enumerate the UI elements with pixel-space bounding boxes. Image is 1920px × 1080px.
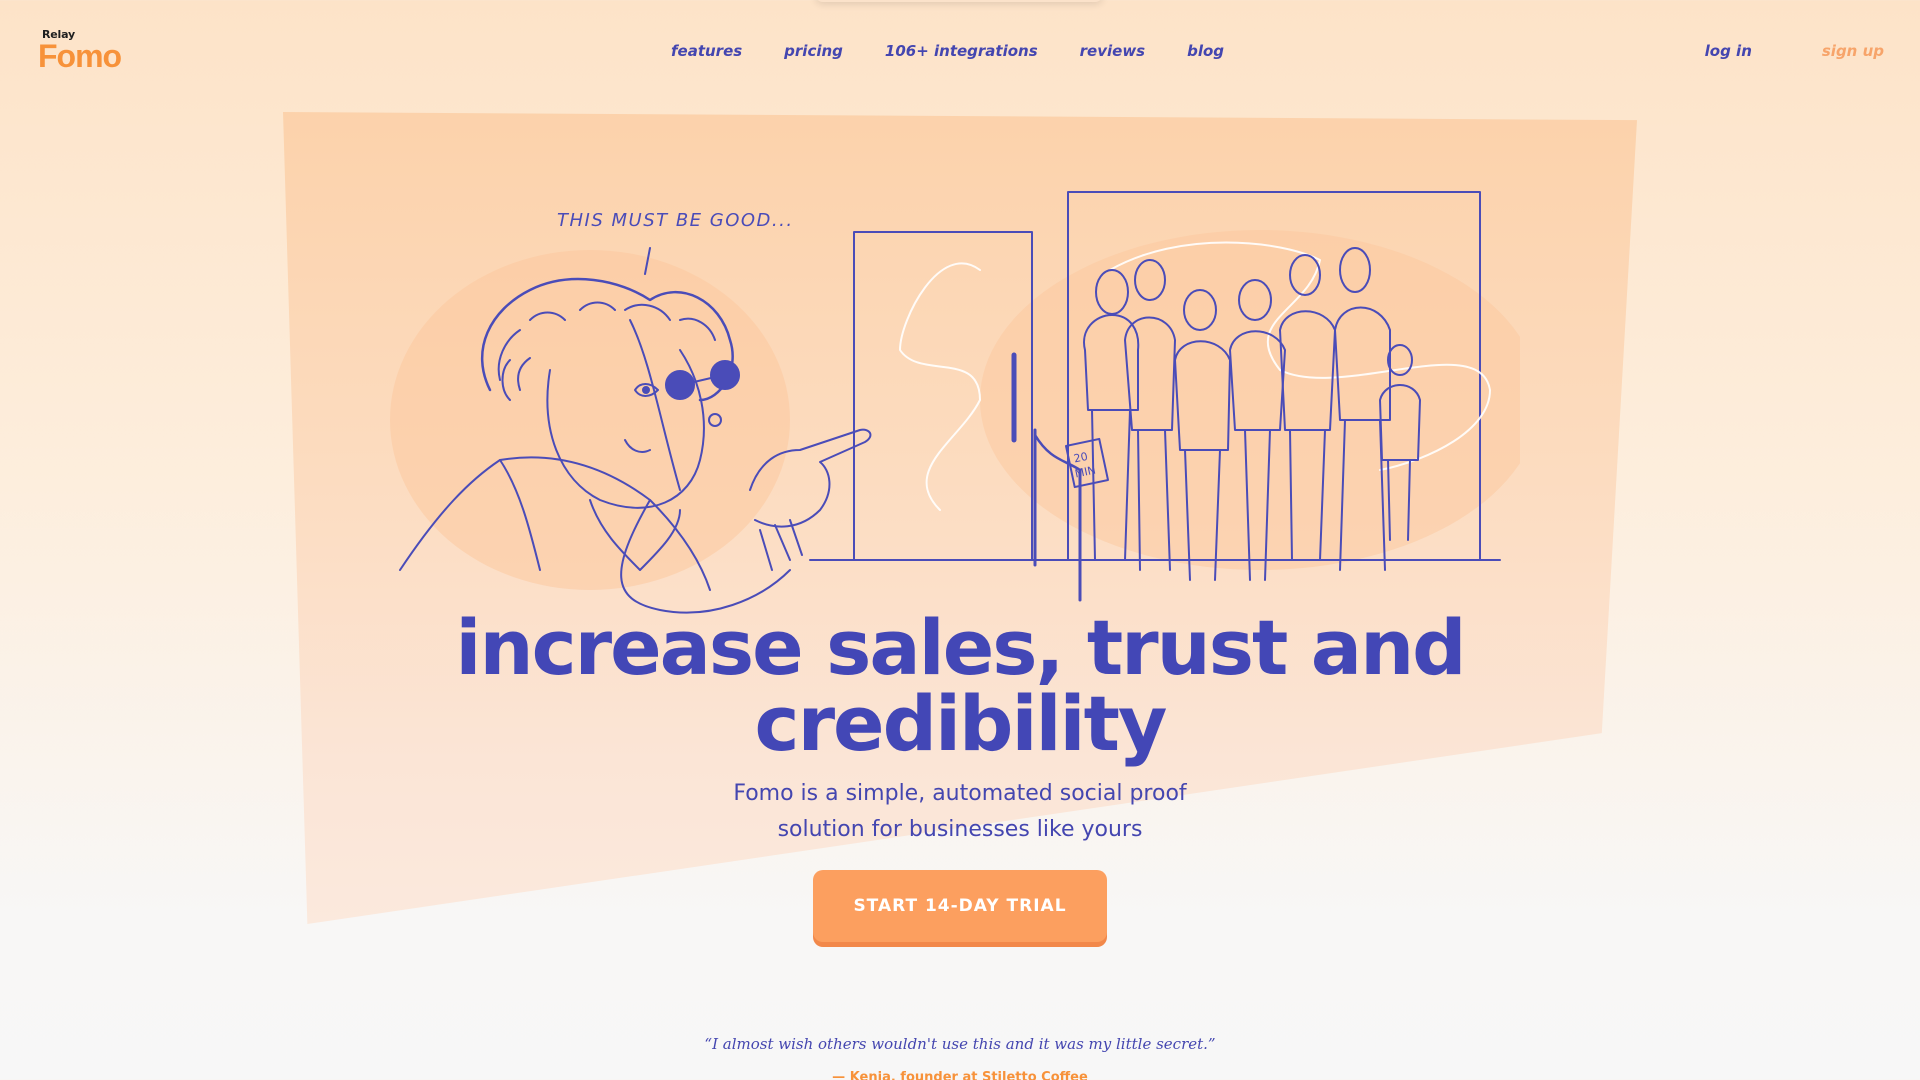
headline-line-1: increase sales, trust and [455, 603, 1466, 692]
hero-headline: increase sales, trust and credibility [0, 610, 1920, 762]
nav-item-integrations[interactable]: 106+ integrations [885, 42, 1038, 60]
illustration-caption: THIS MUST BE GOOD... [557, 210, 794, 231]
nav-item-blog[interactable]: blog [1187, 42, 1224, 60]
login-link[interactable]: log in [1705, 42, 1752, 60]
hero-illustration: THIS MUST BE GOOD... 20 MIN [390, 191, 1520, 614]
subtitle-line-2: solution for businesses like yours [777, 817, 1143, 842]
signup-link[interactable]: sign up [1822, 42, 1884, 60]
testimonial-author: — Kenia, founder at Stiletto Coffee [832, 1070, 1088, 1080]
auth-links: log in sign up [1705, 42, 1884, 60]
nav-item-features[interactable]: features [671, 42, 742, 60]
nav-item-reviews[interactable]: reviews [1080, 42, 1145, 60]
nav-item-pricing[interactable]: pricing [784, 42, 843, 60]
hero-subtitle: Fomo is a simple, automated social proof… [0, 776, 1920, 848]
start-trial-button[interactable]: START 14-DAY TRIAL [813, 870, 1107, 942]
testimonial-quote: “I almost wish others wouldn't use this … [704, 1035, 1216, 1053]
headline-line-2: credibility [754, 679, 1168, 768]
fomo-logo[interactable]: Relay Fomo [38, 26, 138, 74]
subtitle-line-1: Fomo is a simple, automated social proof [733, 781, 1187, 806]
main-nav: features pricing 106+ integrations revie… [671, 42, 1266, 60]
fomo-logo-text: Fomo [38, 38, 122, 74]
top-banner-tab [815, 0, 1103, 2]
